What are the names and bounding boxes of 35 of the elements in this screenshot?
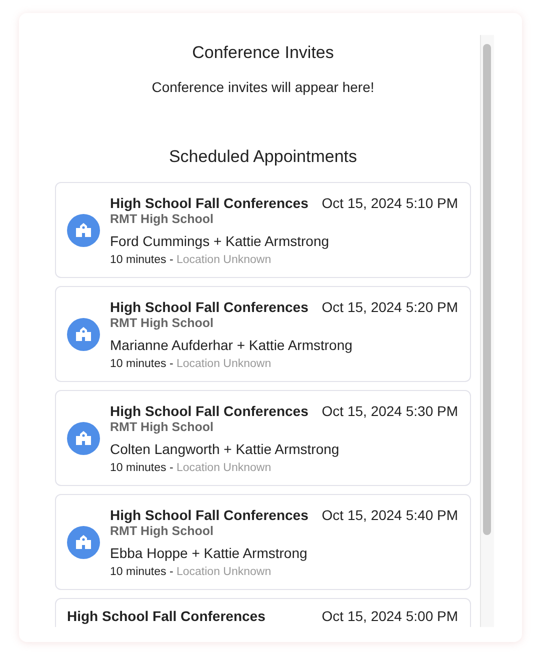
appointment-card[interactable]: High School Fall Conferences Oct 15, 2024 5:40 PM RMT High School Ebba Hoppe + Kattie Armstrong 10 minutes - Location Unknown bbox=[55, 494, 471, 590]
school-name: RMT High School bbox=[110, 212, 214, 226]
duration-location: 10 minutes - Location Unknown bbox=[110, 566, 272, 578]
appointment-time: Oct 15, 2024 5:00 PM bbox=[322, 608, 458, 624]
appointment-card[interactable]: High School Fall Conferences Oct 15, 2024 5:00 PM bbox=[55, 598, 471, 627]
participants: Ford Cummings + Kattie Armstrong bbox=[110, 232, 330, 248]
scrollbar[interactable] bbox=[480, 35, 494, 627]
section-title: Scheduled Appointments bbox=[168, 147, 358, 167]
school-name: RMT High School bbox=[110, 420, 214, 434]
appointment-title: High School Fall Conferences bbox=[110, 194, 308, 210]
appointment-title: High School Fall Conferences bbox=[67, 608, 266, 624]
school-name: RMT High School bbox=[110, 524, 214, 538]
school-icon bbox=[67, 526, 100, 558]
appointment-title: High School Fall Conferences bbox=[110, 298, 308, 314]
appointment-time: Oct 15, 2024 5:30 PM bbox=[322, 402, 458, 418]
school-name: RMT High School bbox=[110, 316, 214, 330]
participants: Marianne Aufderhar + Kattie Armstrong bbox=[110, 336, 354, 352]
school-icon bbox=[67, 318, 100, 350]
school-icon bbox=[67, 214, 100, 246]
duration-location: 10 minutes - Location Unknown bbox=[110, 462, 272, 474]
appointment-time: Oct 15, 2024 5:10 PM bbox=[322, 194, 458, 210]
appointment-card[interactable]: High School Fall Conferences Oct 15, 2024 5:30 PM RMT High School Colten Langworth + Kattie Armstrong 10 minutes - Location Unknown bbox=[55, 390, 471, 486]
appointment-title: High School Fall Conferences bbox=[110, 402, 308, 418]
appointment-card[interactable]: High School Fall Conferences Oct 15, 2024 5:20 PM RMT High School Marianne Aufderhar + Kattie Armstrong 10 minutes - Location Unknown bbox=[55, 286, 471, 382]
appointment-time: Oct 15, 2024 5:40 PM bbox=[322, 506, 458, 522]
appointment-card[interactable]: High School Fall Conferences Oct 15, 2024 5:10 PM RMT High School Ford Cummings + Kattie Armstrong 10 minutes - Location Unknown bbox=[55, 182, 471, 278]
duration-location: 10 minutes - Location Unknown bbox=[110, 358, 272, 370]
participants: Ebba Hoppe + Kattie Armstrong bbox=[110, 544, 308, 560]
school-icon bbox=[67, 422, 100, 454]
empty-message: Conference invites will appear here! bbox=[150, 79, 376, 95]
participants: Colten Langworth + Kattie Armstrong bbox=[110, 440, 340, 456]
appointment-title: High School Fall Conferences bbox=[110, 506, 308, 522]
section-title: Conference Invites bbox=[191, 43, 335, 63]
duration-location: 10 minutes - Location Unknown bbox=[110, 254, 272, 266]
appointment-time: Oct 15, 2024 5:20 PM bbox=[322, 298, 458, 314]
